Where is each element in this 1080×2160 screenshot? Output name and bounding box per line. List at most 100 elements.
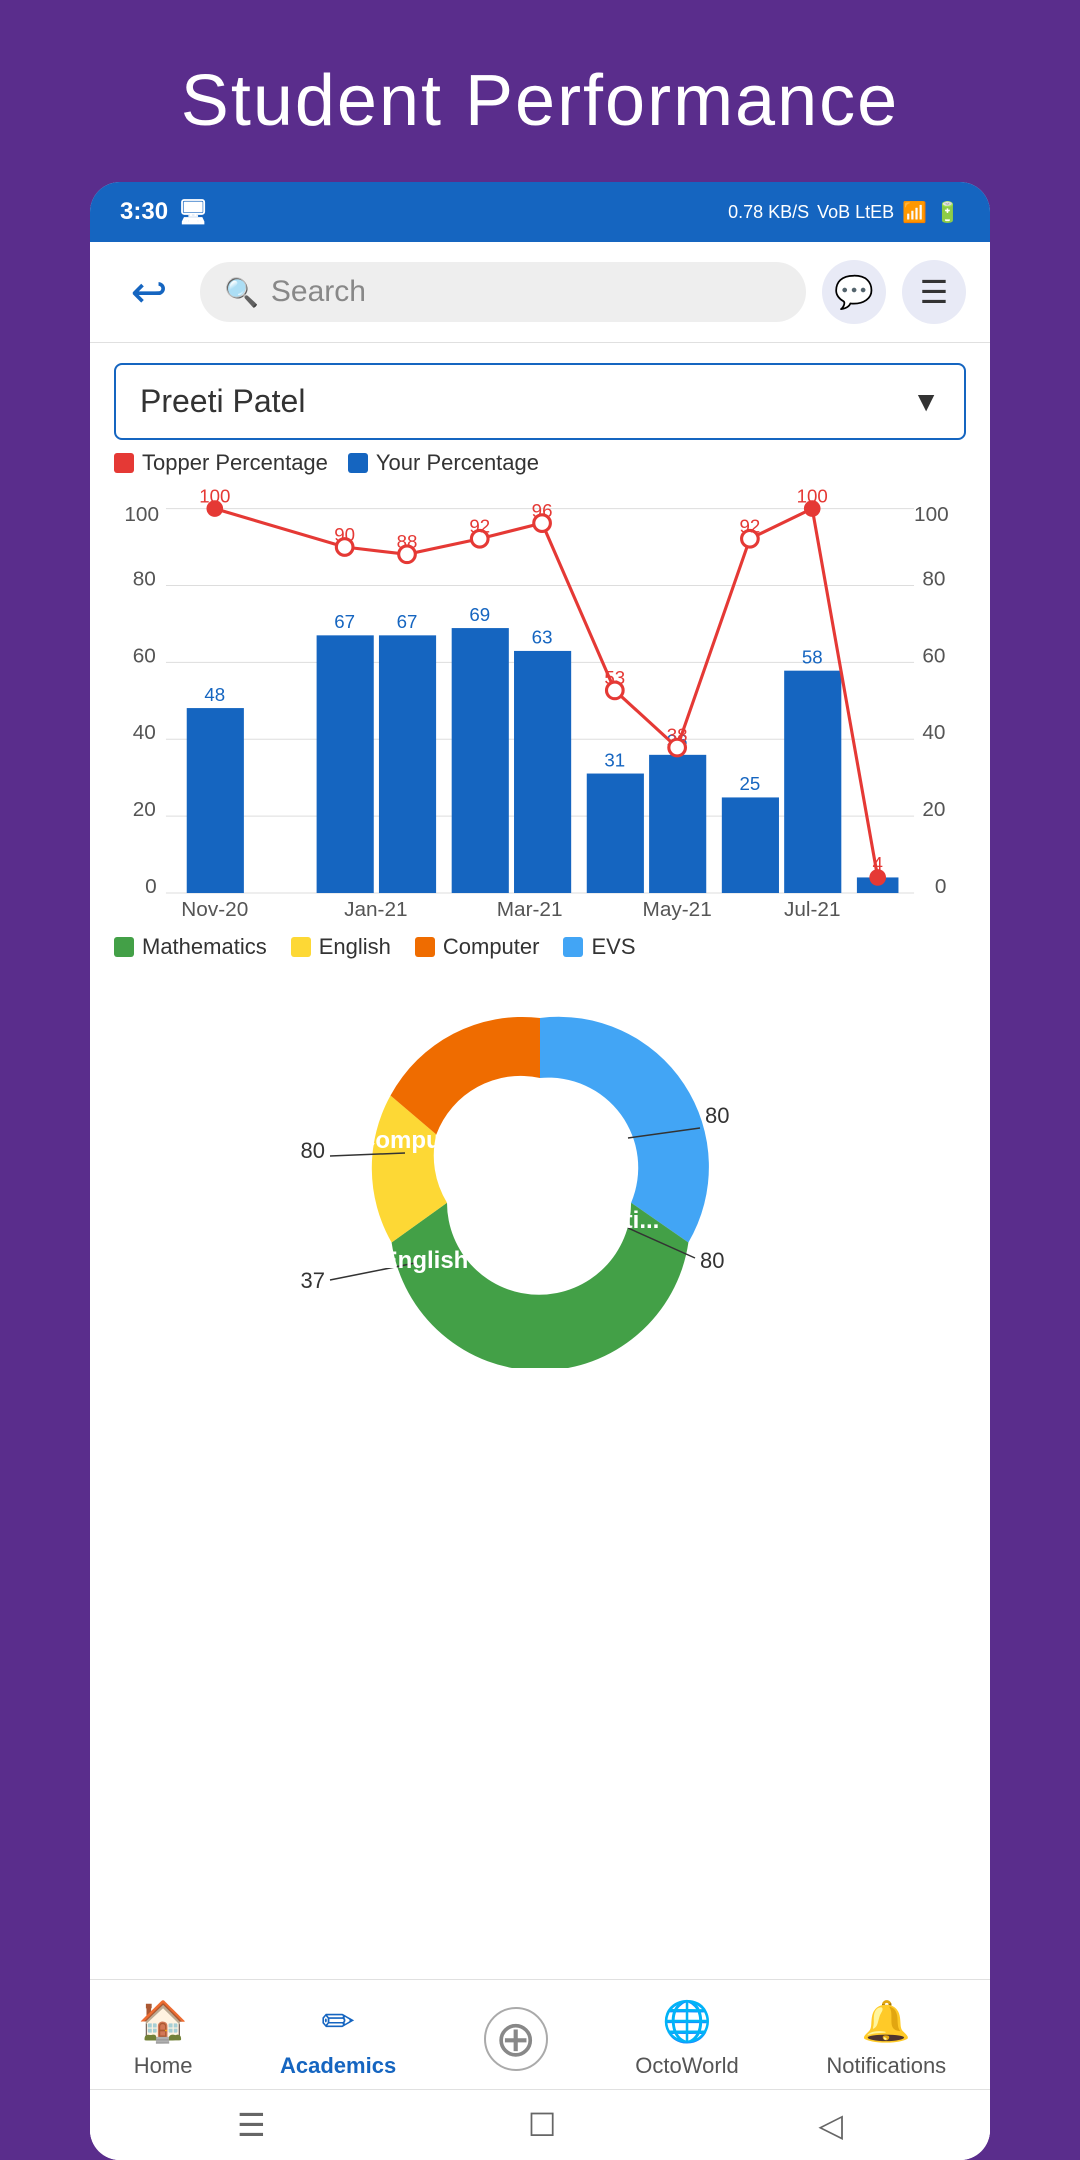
svg-text:88: 88 (397, 531, 418, 552)
svg-text:58: 58 (802, 646, 823, 667)
home-icon: 🏠 (138, 1998, 188, 2045)
svg-text:Mathemati...: Mathemati... (521, 1207, 660, 1234)
status-time: 3:30 🖥 (120, 198, 209, 227)
svg-text:Mar-21: Mar-21 (497, 898, 563, 921)
subject-legend: Mathematics English Computer EVS (114, 934, 966, 960)
svg-text:48: 48 (204, 684, 225, 705)
search-bar[interactable]: 🔍 Search (200, 262, 806, 322)
nav-center-button[interactable]: ⊕ (484, 2007, 548, 2071)
svg-text:0: 0 (935, 875, 947, 898)
nav-academics[interactable]: ✏ Academics (280, 1999, 396, 2079)
svg-text:96: 96 (532, 500, 553, 521)
legend-english: English (291, 934, 391, 960)
svg-text:80: 80 (705, 1103, 729, 1128)
svg-text:53: 53 (604, 667, 625, 688)
nav-bar: ↩ 🔍 Search 💬 ☰ (90, 242, 990, 343)
android-home-button[interactable]: ☐ (528, 2106, 557, 2144)
legend-computer: Computer (415, 934, 540, 960)
svg-text:60: 60 (922, 644, 945, 667)
svg-text:80: 80 (301, 1138, 325, 1163)
svg-text:Jul-21: Jul-21 (784, 898, 841, 921)
svg-text:80: 80 (133, 567, 156, 590)
bar-chart-svg: 0 20 40 60 80 100 0 20 40 60 80 100 (114, 486, 966, 926)
status-right: 0.78 KB/S VoB LtEB 📶 🔋 (728, 200, 960, 225)
svg-text:Jan-21: Jan-21 (344, 898, 408, 921)
nav-academics-label: Academics (280, 2053, 396, 2079)
student-dropdown[interactable]: Preeti Patel ▼ (114, 363, 966, 440)
svg-text:63: 63 (532, 627, 553, 648)
legend-evs: EVS (563, 934, 635, 960)
chart-area: Topper Percentage Your Percentage 0 20 4… (90, 450, 990, 1979)
chat-icon: 💬 (834, 273, 874, 311)
nav-icons: 💬 ☰ (822, 260, 966, 324)
svg-text:Nov-20: Nov-20 (181, 898, 248, 921)
computer-color (415, 937, 435, 957)
legend-topper: Topper Percentage (114, 450, 328, 476)
svg-text:38: 38 (667, 724, 688, 745)
svg-text:40: 40 (133, 721, 156, 744)
android-menu-button[interactable]: ☰ (237, 2106, 266, 2144)
student-dropdown-container: Preeti Patel ▼ (114, 363, 966, 440)
svg-text:100: 100 (124, 503, 159, 526)
svg-text:EVS: EVS (576, 1122, 624, 1149)
notifications-icon: 🔔 (861, 1998, 911, 2045)
yours-color-dot (348, 453, 368, 473)
svg-text:100: 100 (199, 486, 230, 506)
svg-text:31: 31 (604, 749, 625, 770)
nav-notifications-label: Notifications (826, 2053, 946, 2079)
academics-icon: ✏ (321, 1999, 355, 2045)
donut-chart-wrapper: 80 EVS 80 Mathemati... 37 English 80 Com… (114, 968, 966, 1368)
octoworld-icon: 🌐 (662, 1998, 712, 2045)
svg-text:40: 40 (922, 721, 945, 744)
legend-mathematics: Mathematics (114, 934, 267, 960)
svg-text:90: 90 (334, 524, 355, 545)
svg-text:67: 67 (397, 611, 418, 632)
legend-yours: Your Percentage (348, 450, 539, 476)
nav-octoworld[interactable]: 🌐 OctoWorld (635, 1998, 739, 2079)
svg-text:0: 0 (145, 875, 157, 898)
svg-text:20: 20 (133, 798, 156, 821)
topper-color-dot (114, 453, 134, 473)
bar-chart: 0 20 40 60 80 100 0 20 40 60 80 100 (114, 486, 966, 926)
octo-plus-icon: ⊕ (484, 2007, 548, 2071)
svg-text:25: 25 (739, 773, 760, 794)
svg-text:92: 92 (469, 515, 490, 536)
hamburger-icon: ☰ (920, 273, 949, 311)
back-button[interactable]: ↩ (114, 262, 184, 322)
android-back-button[interactable]: ◁ (818, 2106, 843, 2144)
svg-text:60: 60 (133, 644, 156, 667)
svg-text:20: 20 (922, 798, 945, 821)
svg-text:English: English (382, 1247, 469, 1274)
donut-chart-svg: 80 EVS 80 Mathemati... 37 English 80 Com… (130, 968, 950, 1368)
nav-octoworld-label: OctoWorld (635, 2053, 739, 2079)
chat-button[interactable]: 💬 (822, 260, 886, 324)
phone-frame: 3:30 🖥 0.78 KB/S VoB LtEB 📶 🔋 ↩ 🔍 Search… (90, 182, 990, 2160)
search-icon: 🔍 (224, 276, 259, 309)
nav-notifications[interactable]: 🔔 Notifications (826, 1998, 946, 2079)
nav-home-label: Home (134, 2053, 193, 2079)
app-content: ↩ 🔍 Search 💬 ☰ Preeti Patel ▼ (90, 242, 990, 2160)
dropdown-arrow-icon: ▼ (912, 386, 940, 418)
page-header: Student Performance (0, 0, 1080, 182)
menu-button[interactable]: ☰ (902, 260, 966, 324)
svg-text:67: 67 (334, 611, 355, 632)
android-nav: ☰ ☐ ◁ (90, 2089, 990, 2160)
back-arrow-icon: ↩ (131, 267, 168, 318)
chart-legend: Topper Percentage Your Percentage (114, 450, 966, 476)
svg-text:80: 80 (922, 567, 945, 590)
svg-text:Compute...: Compute... (358, 1127, 482, 1154)
svg-text:37: 37 (301, 1268, 325, 1293)
svg-text:69: 69 (469, 604, 490, 625)
svg-text:100: 100 (914, 503, 949, 526)
math-color (114, 937, 134, 957)
english-color (291, 937, 311, 957)
search-placeholder: Search (271, 275, 366, 309)
svg-text:80: 80 (700, 1248, 724, 1273)
evs-color (563, 937, 583, 957)
svg-text:May-21: May-21 (643, 898, 712, 921)
status-bar: 3:30 🖥 0.78 KB/S VoB LtEB 📶 🔋 (90, 182, 990, 242)
svg-text:92: 92 (739, 515, 760, 536)
nav-home[interactable]: 🏠 Home (134, 1998, 193, 2079)
selected-student: Preeti Patel (140, 383, 305, 420)
bottom-nav: 🏠 Home ✏ Academics ⊕ 🌐 OctoWorld 🔔 Notif… (90, 1979, 990, 2089)
